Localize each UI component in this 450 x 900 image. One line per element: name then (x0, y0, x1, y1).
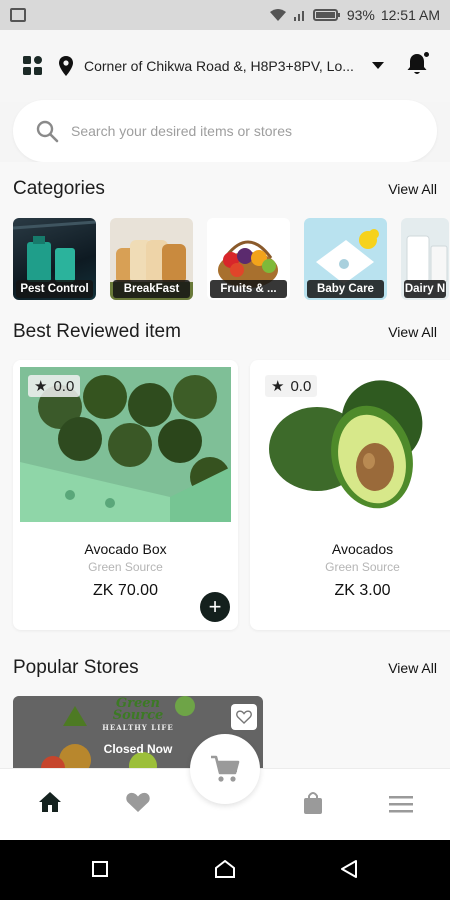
caret-down-icon[interactable] (372, 62, 384, 70)
product-name: Avocados (331, 541, 394, 557)
notifications-button[interactable] (406, 49, 431, 81)
best-reviewed-view-all[interactable]: View All (388, 324, 437, 340)
categories-title: Categories (13, 178, 105, 199)
bag-icon (304, 792, 322, 814)
category-fruits[interactable]: Fruits & ... (207, 218, 290, 300)
wifi-icon (269, 9, 286, 21)
status-bar: 93% 12:51 AM (0, 0, 450, 30)
categories-view-all[interactable]: View All (388, 181, 437, 197)
category-pest-control[interactable]: Pest Control (13, 218, 96, 300)
store-logo: Green Source HEALTHY LIFE (102, 696, 174, 732)
categories-list[interactable]: Pest Control BreakFast Fruits & ... Baby… (13, 218, 449, 300)
category-label: Pest Control (16, 280, 93, 298)
gallery-icon (10, 8, 26, 22)
notification-dot (422, 49, 431, 59)
rating-badge: ★ 0.0 (28, 375, 81, 397)
categories-header: Categories View All (13, 178, 437, 200)
nav-menu[interactable] (389, 795, 413, 818)
best-reviewed-title: Best Reviewed item (13, 321, 181, 342)
product-card[interactable]: ★ 0.0 Avocados Green Source ZK 3.00 + (250, 360, 450, 630)
category-breakfast[interactable]: BreakFast (110, 218, 193, 300)
rating-badge: ★ 0.0 (265, 375, 318, 397)
heart-outline-icon (236, 710, 252, 724)
nav-favorites[interactable] (125, 791, 151, 818)
popular-stores-header: Popular Stores View All (13, 657, 437, 679)
battery-icon (312, 9, 340, 21)
category-label: Dairy N (404, 280, 446, 298)
battery-level: 93% (346, 7, 375, 23)
star-icon: ★ (34, 378, 48, 395)
rating-value: 0.0 (290, 377, 312, 395)
location-pin-icon (59, 56, 73, 76)
add-to-cart-button[interactable]: + (200, 592, 230, 622)
delivery-location[interactable]: Corner of Chikwa Road &, H8P3+8PV, Lo... (84, 58, 366, 74)
product-image: ★ 0.0 (20, 367, 231, 522)
rating-value: 0.0 (53, 377, 75, 395)
home-icon (39, 792, 61, 812)
popular-stores-view-all[interactable]: View All (388, 660, 437, 676)
product-price: ZK 3.00 (334, 582, 391, 599)
home-content[interactable]: Categories View All Pest Control BreakFa… (0, 162, 450, 768)
category-label: BreakFast (113, 280, 190, 298)
clock: 12:51 AM (380, 7, 440, 23)
product-image: ★ 0.0 (257, 367, 450, 522)
product-store: Green Source (325, 560, 400, 574)
best-reviewed-list[interactable]: ★ 0.0 Avocado Box Green Source ZK 70.00 … (13, 360, 450, 630)
search-icon (36, 120, 59, 143)
hamburger-icon (389, 796, 413, 813)
category-label: Baby Care (307, 280, 384, 298)
system-navigation (0, 840, 450, 900)
nav-home[interactable] (38, 791, 62, 818)
signal-icon (293, 11, 304, 21)
status-right: 93% 12:51 AM (269, 7, 440, 23)
home-button-icon[interactable] (215, 860, 235, 878)
heart-icon (126, 792, 150, 812)
star-icon: ★ (271, 378, 285, 395)
search-placeholder: Search your desired items or stores (71, 123, 292, 139)
popular-stores-title: Popular Stores (13, 657, 139, 678)
product-card[interactable]: ★ 0.0 Avocado Box Green Source ZK 70.00 … (13, 360, 238, 630)
grid-icon[interactable] (22, 55, 44, 77)
cart-button[interactable] (190, 734, 260, 804)
category-label: Fruits & ... (210, 280, 287, 298)
cart-icon (211, 755, 240, 782)
recent-apps-icon[interactable] (91, 860, 109, 878)
search-bar[interactable]: Search your desired items or stores (13, 100, 437, 162)
product-store: Green Source (88, 560, 163, 574)
plus-icon: + (208, 594, 222, 619)
category-dairy[interactable]: Dairy N (401, 218, 449, 300)
favorite-store-button[interactable] (231, 704, 257, 730)
product-name: Avocado Box (84, 541, 167, 557)
nav-orders[interactable] (302, 791, 324, 820)
best-reviewed-header: Best Reviewed item View All (13, 321, 437, 343)
top-bar: Corner of Chikwa Road &, H8P3+8PV, Lo... (0, 30, 450, 102)
category-baby-care[interactable]: Baby Care (304, 218, 387, 300)
back-icon[interactable] (340, 860, 358, 878)
